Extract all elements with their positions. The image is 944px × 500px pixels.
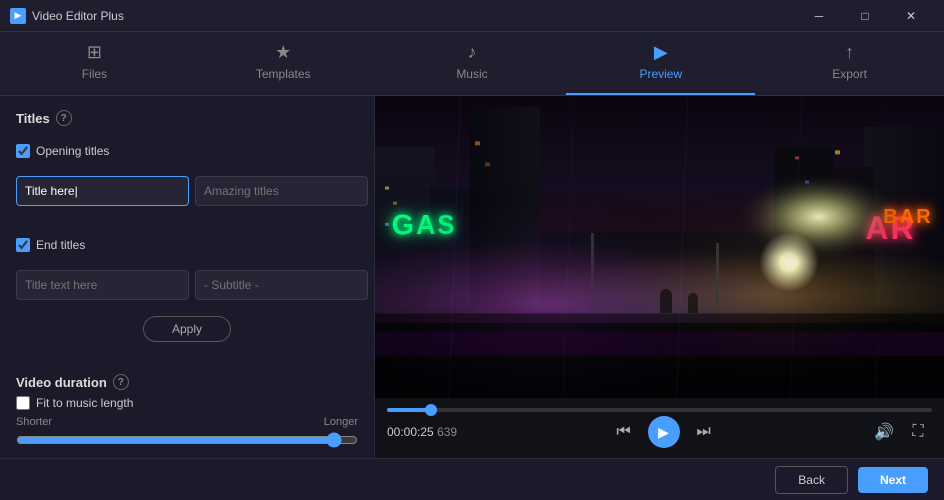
lamp-post-2 [716,243,719,313]
left-panel: Titles ? Opening titles End titles Apply [0,96,375,458]
neon-bar-sign: BAR [883,206,932,229]
music-icon: ♪ [467,42,476,63]
opening-titles-checkbox-label[interactable]: Opening titles [16,144,358,158]
volume-icon[interactable]: 🔊 [870,418,898,446]
play-button[interactable]: ▶ [648,416,680,448]
duration-header: Video duration ? [16,374,358,390]
app-icon: ▶ [10,8,26,24]
slider-labels: Shorter Longer [16,416,358,428]
progress-thumb [425,404,437,416]
duration-label: Video duration [16,375,107,390]
total-label: Total duration: [16,457,91,458]
figure-2 [688,293,698,313]
templates-icon: ★ [275,42,291,63]
figure-1 [660,289,672,313]
next-button[interactable]: Next [858,467,928,493]
fit-music-label: Fit to music length [36,396,133,410]
close-button[interactable]: ✕ [888,0,934,32]
fit-music-checkbox-label[interactable]: Fit to music length [16,396,358,410]
total-duration-row: Total duration: 00:04:35 [16,457,358,458]
time-display: 00:00:25 639 [387,425,457,439]
shorter-label: Shorter [16,416,52,428]
nav-export-label: Export [832,67,867,81]
main-content: Titles ? Opening titles End titles Apply [0,96,944,458]
nav-export[interactable]: ↑ Export [755,32,944,95]
controls-row: 00:00:25 639 ⏮ ▶ ⏭ 🔊 ⛶ [387,416,932,448]
duration-section: Video duration ? Fit to music length Sho… [16,374,358,458]
video-scene: GAS AR BAR [375,96,944,398]
subtitle-input[interactable] [195,270,368,300]
nav-music-label: Music [456,67,487,81]
end-title-input[interactable] [16,270,189,300]
light-orb [759,232,819,292]
title-input[interactable] [16,176,189,206]
titles-label: Titles [16,111,50,126]
end-titles-inputs [16,270,358,300]
window-controls: ─ □ ✕ [796,0,934,32]
nav-files[interactable]: ⊞ Files [0,32,189,95]
opening-titles-inputs [16,176,358,206]
top-navigation: ⊞ Files ★ Templates ♪ Music ▶ Preview ↑ … [0,32,944,96]
nav-preview-label: Preview [639,67,682,81]
nav-preview[interactable]: ▶ Preview [566,32,755,95]
volume-control: 🔊 ⛶ [870,418,932,446]
progress-bar[interactable] [387,408,932,412]
current-time: 00:00:25 [387,425,434,439]
frame-number: 639 [437,425,457,439]
video-preview: GAS AR BAR [375,96,944,398]
nav-music[interactable]: ♪ Music [378,32,567,95]
duration-help-icon[interactable]: ? [113,374,129,390]
files-icon: ⊞ [87,42,102,63]
titles-section-header: Titles ? [16,110,358,126]
neon-gas-sign: GAS [392,208,457,241]
app-title-area: ▶ Video Editor Plus [10,8,124,24]
title-bar: ▶ Video Editor Plus ─ □ ✕ [0,0,944,32]
export-icon: ↑ [845,42,854,63]
fullscreen-button[interactable]: ⛶ [904,418,932,446]
back-button[interactable]: Back [775,466,848,494]
rewind-button[interactable]: ⏮ [610,418,638,446]
app-title: Video Editor Plus [32,9,124,23]
video-controls: 00:00:25 639 ⏮ ▶ ⏭ 🔊 ⛶ [375,398,944,458]
fit-music-checkbox[interactable] [16,396,30,410]
apply-button-row: Apply [16,316,358,342]
titles-help-icon[interactable]: ? [56,110,72,126]
end-titles-checkbox-label[interactable]: End titles [16,238,358,252]
amazing-titles-input[interactable] [195,176,368,206]
opening-titles-text: Opening titles [36,144,109,158]
progress-row [387,408,932,412]
fast-forward-button[interactable]: ⏭ [690,418,718,446]
minimize-button[interactable]: ─ [796,0,842,32]
video-preview-panel: GAS AR BAR [375,96,944,458]
duration-slider[interactable] [16,432,358,448]
lamp-post-1 [591,233,594,313]
maximize-button[interactable]: □ [842,0,888,32]
end-titles-text: End titles [36,238,85,252]
bottom-bar: Back Next [0,458,944,500]
playback-controls: ⏮ ▶ ⏭ [610,416,718,448]
nav-files-label: Files [82,67,107,81]
end-titles-checkbox[interactable] [16,238,30,252]
nav-templates-label: Templates [256,67,311,81]
nav-templates[interactable]: ★ Templates [189,32,378,95]
preview-icon: ▶ [654,42,668,63]
total-value: 00:04:35 [311,457,358,458]
longer-label: Longer [324,416,358,428]
opening-titles-checkbox[interactable] [16,144,30,158]
apply-button[interactable]: Apply [143,316,231,342]
